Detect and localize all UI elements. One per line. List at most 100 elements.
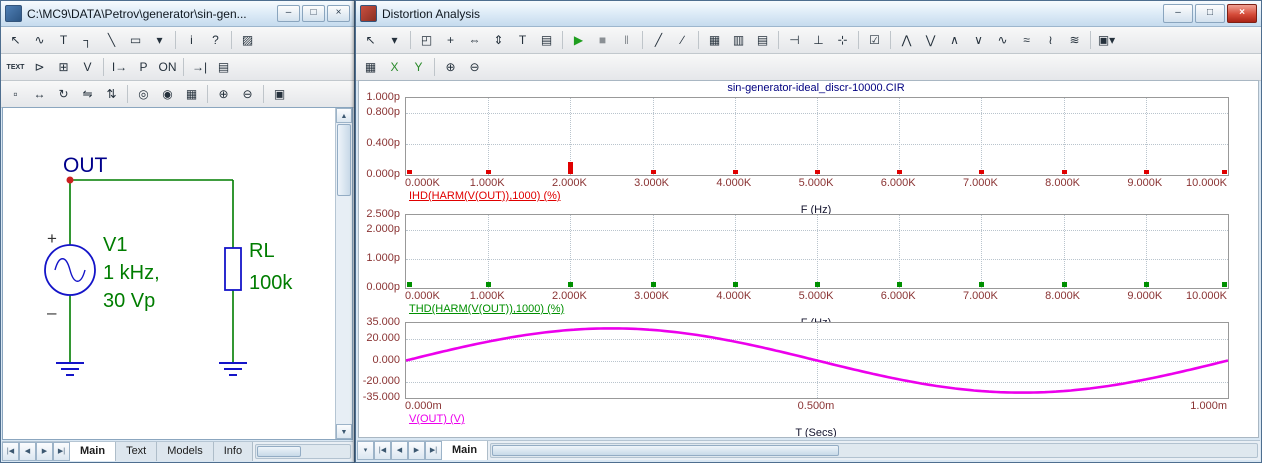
prev-page-button[interactable]: ◀	[19, 442, 36, 461]
diagonal-wire-icon[interactable]: ╲	[100, 29, 123, 51]
tab-list-dropdown[interactable]: ▾	[357, 441, 374, 460]
stop-icon[interactable]: ■	[591, 29, 614, 51]
scroll-up-arrow[interactable]: ▲	[336, 108, 352, 123]
tab-text[interactable]: Text	[116, 442, 158, 461]
line-tool-icon[interactable]: ╱	[647, 29, 670, 51]
global-low-icon[interactable]: ≀	[1039, 29, 1062, 51]
move-icon[interactable]: ↔	[28, 83, 51, 105]
close-button[interactable]: ×	[1227, 4, 1257, 23]
low-icon[interactable]: ∨	[967, 29, 990, 51]
restore-button[interactable]: □	[302, 5, 325, 22]
measure-horizontal-icon[interactable]: ⇔	[463, 29, 486, 51]
zoom-out-icon[interactable]: ⊖	[236, 83, 259, 105]
voltage-source-symbol[interactable]	[44, 244, 96, 296]
vertical-scroll-thumb[interactable]	[337, 124, 351, 196]
horizontal-scrollbar[interactable]	[255, 444, 351, 459]
horizontal-scroll-thumb[interactable]	[257, 446, 302, 457]
pause-icon[interactable]: ‖	[615, 29, 638, 51]
global-high-icon[interactable]: ≈	[1015, 29, 1038, 51]
tab-models[interactable]: Models	[157, 442, 214, 461]
tracker-icon[interactable]: ⊹	[831, 29, 854, 51]
schematic-canvas[interactable]: OUT + – V1 1 kHz, 30 Vp RL 100k	[3, 108, 335, 439]
vertical-scrollbar[interactable]: ▲ ▼	[335, 108, 352, 439]
grid-text-icon[interactable]: ▤	[212, 56, 235, 78]
data-points-icon[interactable]: ▦	[703, 29, 726, 51]
horizontal-scrollbar[interactable]	[490, 443, 1258, 458]
minimize-button[interactable]: –	[1163, 4, 1193, 23]
info-icon[interactable]: i	[180, 29, 203, 51]
next-waveform-icon[interactable]: ≋	[1063, 29, 1086, 51]
flag-icon[interactable]: ⊳	[28, 56, 51, 78]
resistor-symbol[interactable]	[224, 247, 242, 291]
scale-mode-icon[interactable]: ◰	[415, 29, 438, 51]
flip-vertical-icon[interactable]: ⇅	[100, 83, 123, 105]
find-repeat-icon[interactable]: ◉	[156, 83, 179, 105]
properties-icon[interactable]: ▤	[535, 29, 558, 51]
text-mode-icon[interactable]: T	[511, 29, 534, 51]
tab-info[interactable]: Info	[213, 442, 254, 461]
grid-icon[interactable]: ▦	[180, 83, 203, 105]
ruler-icon[interactable]: ▤	[751, 29, 774, 51]
ground-symbol-right[interactable]	[219, 362, 247, 376]
node-numbers-icon[interactable]: ⊞	[52, 56, 75, 78]
tab-main[interactable]: Main	[442, 441, 489, 460]
zoom-in-icon[interactable]: ⊕	[439, 56, 462, 78]
zoom-out-icon[interactable]: ⊖	[463, 56, 486, 78]
align-cursors-icon[interactable]: ☑	[863, 29, 886, 51]
first-page-button[interactable]: |◀	[2, 442, 19, 461]
high-icon[interactable]: ∧	[943, 29, 966, 51]
plot-2-canvas[interactable]	[405, 214, 1229, 289]
currents-icon[interactable]: I→	[108, 56, 131, 78]
pin-connections-icon[interactable]: →|	[188, 56, 211, 78]
find-part-icon[interactable]: ▨	[236, 29, 259, 51]
conditions-icon[interactable]: ON	[156, 56, 179, 78]
help-mode-icon[interactable]: ?	[204, 29, 227, 51]
tokens-icon[interactable]: ▥	[727, 29, 750, 51]
valley-icon[interactable]: ⋁	[919, 29, 942, 51]
find-icon[interactable]: ◎	[132, 83, 155, 105]
tag-line-icon[interactable]: ∕	[671, 29, 694, 51]
last-page-button[interactable]: ▶|	[53, 442, 70, 461]
graphics-tool-icon[interactable]: ▭	[124, 29, 147, 51]
peak-icon[interactable]: ⋀	[895, 29, 918, 51]
select-icon[interactable]: ↖	[359, 29, 382, 51]
zoom-in-icon[interactable]: ⊕	[212, 83, 235, 105]
rotate-icon[interactable]: ↻	[52, 83, 75, 105]
go-to-x-icon[interactable]: X	[383, 56, 406, 78]
plot-1-canvas[interactable]	[405, 97, 1229, 176]
maximize-button[interactable]: □	[1195, 4, 1225, 23]
text-attributes-icon[interactable]: TEXT	[4, 56, 27, 78]
close-button[interactable]: ×	[327, 5, 350, 22]
inflection-icon[interactable]: ∿	[991, 29, 1014, 51]
clipboard-icon[interactable]: ▫	[4, 83, 27, 105]
go-to-y-icon[interactable]: Y	[407, 56, 430, 78]
flip-horizontal-icon[interactable]: ⇋	[76, 83, 99, 105]
schematic-window-titlebar[interactable]: C:\MC9\DATA\Petrov\generator\sin-gen... …	[1, 1, 354, 27]
select-icon[interactable]: ↖	[4, 29, 27, 51]
next-page-button[interactable]: ▶	[36, 442, 53, 461]
powers-icon[interactable]: P	[132, 56, 155, 78]
color-pages-dropdown-icon[interactable]: ▣▾	[1095, 29, 1118, 51]
component-icon[interactable]: ∿	[28, 29, 51, 51]
shapes-dropdown-icon[interactable]: ▾	[148, 29, 171, 51]
prev-page-button[interactable]: ◀	[391, 441, 408, 460]
node-voltages-icon[interactable]: V	[76, 56, 99, 78]
measure-vertical-icon[interactable]: ⇕	[487, 29, 510, 51]
horizontal-scroll-thumb[interactable]	[492, 445, 839, 456]
cursor-mode-icon[interactable]: +	[439, 29, 462, 51]
scroll-down-arrow[interactable]: ▼	[336, 424, 352, 439]
ground-symbol-left[interactable]	[56, 362, 84, 376]
last-page-button[interactable]: ▶|	[425, 441, 442, 460]
run-icon[interactable]: ▶	[567, 29, 590, 51]
numeric-output-icon[interactable]: ▦	[359, 56, 382, 78]
minimize-button[interactable]: –	[277, 5, 300, 22]
wire-tool-icon[interactable]: ┐	[76, 29, 99, 51]
text-tool-icon[interactable]: T	[52, 29, 75, 51]
vertical-tag-icon[interactable]: ⊥	[807, 29, 830, 51]
analysis-window-titlebar[interactable]: Distortion Analysis – □ ×	[356, 1, 1261, 27]
tab-main[interactable]: Main	[70, 442, 117, 461]
first-page-button[interactable]: |◀	[374, 441, 391, 460]
horizontal-tag-icon[interactable]: ⊣	[783, 29, 806, 51]
plot-3-canvas[interactable]	[405, 322, 1229, 399]
image-icon[interactable]: ▣	[268, 83, 291, 105]
